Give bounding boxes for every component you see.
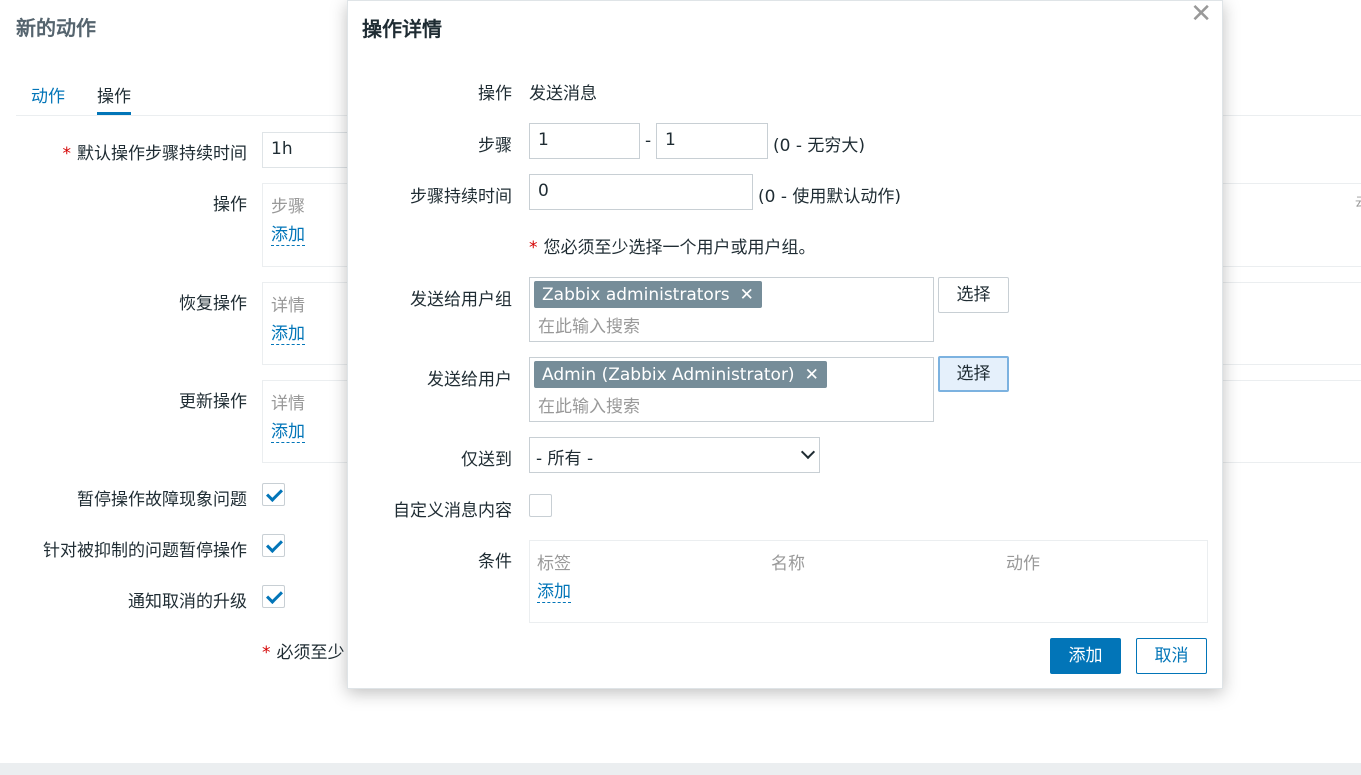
steps-to-input[interactable]: 1 (656, 123, 768, 159)
remove-chip-icon[interactable]: ✕ (740, 285, 754, 305)
add-button[interactable]: 添加 (1050, 638, 1121, 674)
step-duration-hint: (0 - 使用默认动作) (758, 187, 902, 207)
operation-value: 发送消息 (529, 84, 597, 104)
custom-message-checkbox[interactable] (529, 494, 552, 517)
step-duration-label: 步骤持续时间 (410, 187, 512, 207)
conditions-add-link[interactable]: 添加 (537, 583, 571, 603)
steps-label: 步骤 (478, 136, 512, 156)
send-only-to-label: 仅送到 (461, 450, 512, 470)
operation-label: 操作 (478, 84, 512, 104)
page-title: 新的动作 (16, 16, 96, 40)
user-group-chip-label: Zabbix administrators (542, 284, 730, 305)
required-fields-note: * 必须至少 (262, 643, 345, 663)
steps-separator: - (645, 131, 652, 151)
operations-add-link[interactable]: 添加 (271, 226, 305, 246)
update-add-link[interactable]: 添加 (271, 423, 305, 443)
send-only-to-value: - 所有 - (536, 449, 594, 469)
step-duration-input[interactable]: 0 (529, 174, 753, 210)
users-search-input[interactable]: 在此输入搜索 (538, 392, 640, 417)
tab-action[interactable]: 动作 (31, 82, 65, 107)
truncated-column-glyph: 云 (1355, 193, 1361, 210)
operation-details-dialog: 操作详情 ✕ 操作 发送消息 步骤 1 - 1 (0 - 无穷大) 步骤持续时间… (347, 0, 1223, 689)
user-groups-multiselect[interactable]: Zabbix administrators ✕ 在此输入搜索 (529, 277, 934, 342)
conditions-header-label: 标签 (537, 554, 571, 574)
user-chip: Admin (Zabbix Administrator) ✕ (534, 361, 827, 388)
notify-cancelled-label: 通知取消的升级 (128, 592, 247, 612)
conditions-table: 标签 名称 动作 添加 (529, 540, 1208, 623)
chevron-down-icon (800, 444, 816, 460)
conditions-label: 条件 (478, 552, 512, 572)
steps-hint: (0 - 无穷大) (773, 136, 866, 156)
users-select-button[interactable]: 选择 (938, 356, 1009, 392)
required-message: * 您必须至少选择一个用户或用户组。 (529, 238, 816, 258)
custom-message-label: 自定义消息内容 (393, 501, 512, 521)
close-icon[interactable]: ✕ (1190, 1, 1212, 27)
cancel-button[interactable]: 取消 (1136, 638, 1207, 674)
update-operations-label: 更新操作 (179, 392, 247, 412)
send-only-to-select[interactable]: - 所有 - (529, 437, 820, 473)
user-groups-select-button[interactable]: 选择 (938, 277, 1009, 313)
operations-label: 操作 (213, 195, 247, 215)
tab-operations[interactable]: 操作 (97, 82, 131, 115)
operations-header-step: 步骤 (271, 197, 305, 217)
recovery-operations-label: 恢复操作 (179, 294, 247, 314)
pause-symptoms-label: 暂停操作故障现象问题 (77, 490, 247, 510)
dialog-title: 操作详情 (362, 17, 442, 41)
conditions-header-name: 名称 (771, 554, 805, 574)
users-multiselect[interactable]: Admin (Zabbix Administrator) ✕ 在此输入搜索 (529, 357, 934, 422)
user-groups-label: 发送给用户组 (410, 290, 512, 310)
update-header-details: 详情 (271, 394, 305, 414)
conditions-header-action: 动作 (1006, 554, 1040, 574)
user-groups-search-input[interactable]: 在此输入搜索 (538, 312, 640, 337)
users-label: 发送给用户 (427, 370, 512, 390)
user-chip-label: Admin (Zabbix Administrator) (542, 364, 795, 385)
notify-cancelled-checkbox[interactable] (262, 585, 285, 608)
recovery-header-details: 详情 (271, 296, 305, 316)
pause-symptoms-checkbox[interactable] (262, 483, 285, 506)
pause-suppressed-label: 针对被抑制的问题暂停操作 (43, 541, 247, 561)
pause-suppressed-checkbox[interactable] (262, 534, 285, 557)
recovery-add-link[interactable]: 添加 (271, 325, 305, 345)
user-group-chip: Zabbix administrators ✕ (534, 281, 762, 308)
steps-from-input[interactable]: 1 (529, 123, 640, 159)
default-step-duration-label: * 默认操作步骤持续时间 (62, 144, 248, 164)
remove-chip-icon[interactable]: ✕ (805, 365, 819, 385)
